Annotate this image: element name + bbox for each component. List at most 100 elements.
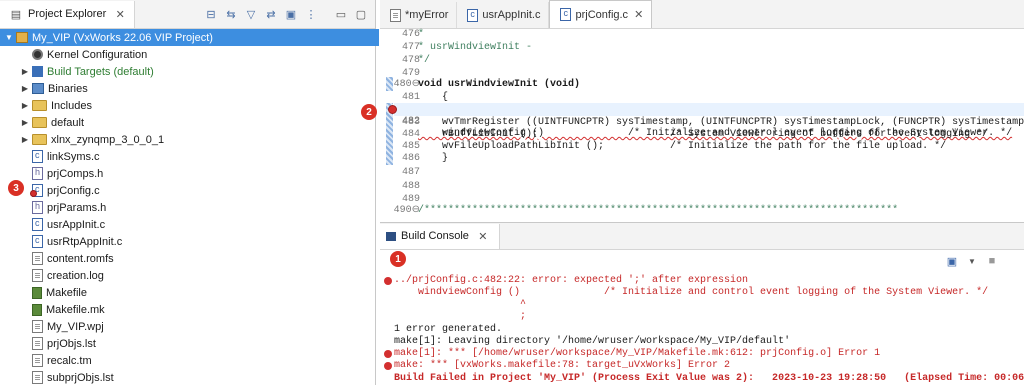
tab-label: prjConfig.c xyxy=(575,8,629,21)
code-area[interactable]: 476 * 477 * usrWindviewInit - 478 */ 479 48… xyxy=(380,29,1024,218)
clear-console-icon[interactable]: ■ xyxy=(984,253,1000,269)
tree-item-label: linkSyms.c xyxy=(47,150,100,163)
c-file-icon xyxy=(32,150,43,163)
error-icon xyxy=(384,362,392,370)
folder-icon xyxy=(32,134,47,145)
maximize-icon[interactable]: ▢ xyxy=(353,6,369,22)
view-menu-icon[interactable]: ⋮ xyxy=(303,6,319,22)
project-explorer-header: ▤ Project Explorer ✕ ⊟ ⇆ ▽ ⇄ ▣ ⋮ ▭ ▢ xyxy=(0,0,375,29)
tree-item-label: recalc.tm xyxy=(47,354,92,367)
h-file-icon xyxy=(32,201,43,214)
console-line: windviewConfig () /* Initialize and cont… xyxy=(394,287,989,298)
tree-item-prjconfig[interactable]: prjConfig.c xyxy=(20,182,100,199)
c-file-icon xyxy=(467,8,479,22)
tree-item-label: Binaries xyxy=(48,82,88,95)
project-explorer-panel: ▤ Project Explorer ✕ ⊟ ⇆ ▽ ⇄ ▣ ⋮ ▭ ▢ ▼ M… xyxy=(0,0,379,386)
makefile-icon xyxy=(32,286,42,299)
tree-item-wpj[interactable]: My_VIP.wpj xyxy=(20,318,104,335)
chevron-down-icon[interactable]: ▼ xyxy=(4,33,14,42)
collapse-all-icon[interactable]: ⊟ xyxy=(203,6,219,22)
open-console-icon[interactable]: ▣ xyxy=(944,253,960,269)
c-file-icon xyxy=(560,8,572,21)
tree-item-label: subprjObjs.lst xyxy=(47,371,114,384)
tree-item-usrappinit[interactable]: usrAppInit.c xyxy=(20,216,105,233)
build-target-icon xyxy=(32,66,43,77)
tree-item-project[interactable]: ▼ My_VIP (VxWorks 22.06 VIP Project) xyxy=(0,29,379,46)
close-icon[interactable]: ✕ xyxy=(475,228,491,244)
c-file-icon xyxy=(32,235,43,248)
tree-item-prjparams[interactable]: prjParams.h xyxy=(20,199,106,216)
console-icon xyxy=(386,231,396,241)
editor-tab-bar: *myError usrAppInit.c prjConfig.c ✕ xyxy=(380,0,1024,29)
error-icon xyxy=(384,277,392,285)
tree-item-label: prjObjs.lst xyxy=(47,337,96,350)
c-file-icon xyxy=(32,218,43,231)
project-explorer-icon: ▤ xyxy=(10,8,22,21)
annotation-badge-2: 2 xyxy=(361,104,377,120)
tree-item-binaries[interactable]: ▶ Binaries xyxy=(20,80,88,97)
code-line-error: 482 windviewConfig () /* Initialize and … xyxy=(401,116,1013,139)
project-explorer-toolbar: ⊟ ⇆ ▽ ⇄ ▣ ⋮ ▭ ▢ xyxy=(199,6,375,22)
tree-item-label: content.romfs xyxy=(47,252,114,265)
error-marker-icon[interactable] xyxy=(388,105,397,114)
tree-item-recalc[interactable]: recalc.tm xyxy=(20,352,92,369)
chevron-right-icon[interactable]: ▶ xyxy=(20,84,30,93)
tab-project-explorer[interactable]: ▤ Project Explorer ✕ xyxy=(0,0,136,28)
tab-myerror[interactable]: *myError xyxy=(380,2,458,28)
tree-item-prjobjs[interactable]: prjObjs.lst xyxy=(20,335,96,352)
tab-build-console[interactable]: Build Console ✕ xyxy=(380,223,500,249)
annotation-badge-3: 3 xyxy=(8,180,24,196)
tree-item-usrrtpappinit[interactable]: usrRtpAppInit.c xyxy=(20,233,122,250)
current-line-highlight xyxy=(394,103,1024,116)
error-overlay-icon xyxy=(30,190,37,197)
code-editor-panel: *myError usrAppInit.c prjConfig.c ✕ 476*… xyxy=(361,0,1024,218)
console-line: make: *** [vxWorks.makefile:78: target_u… xyxy=(394,360,731,371)
minimize-icon[interactable]: ▭ xyxy=(333,6,349,22)
tree-item-label: Includes xyxy=(51,99,92,112)
console-line: Build Failed in Project 'My_VIP' (Proces… xyxy=(394,373,1024,384)
filter-icon[interactable]: ▽ xyxy=(243,6,259,22)
tree-item-label: usrRtpAppInit.c xyxy=(47,235,123,248)
chevron-right-icon[interactable]: ▶ xyxy=(20,101,30,110)
tree-item-label: creation.log xyxy=(47,269,104,282)
build-console-panel: Build Console ✕ ▣ ▼ ■ 1 ../prjConfig.c:4… xyxy=(380,222,1024,386)
close-icon[interactable]: ✕ xyxy=(634,8,643,21)
tree-item-label: My_VIP.wpj xyxy=(47,320,104,333)
chevron-right-icon[interactable]: ▶ xyxy=(20,118,30,127)
tree-item-build-targets[interactable]: ▶ Build Targets (default) xyxy=(20,63,154,80)
tree-item-linksyms[interactable]: linkSyms.c xyxy=(20,148,100,165)
error-icon xyxy=(384,350,392,358)
console-line: make[1]: *** [/home/wruser/workspace/My_… xyxy=(394,348,881,359)
close-icon[interactable]: ✕ xyxy=(112,6,128,22)
tab-prjconfig[interactable]: prjConfig.c ✕ xyxy=(549,0,653,28)
tree-item-default[interactable]: ▶ default xyxy=(20,114,84,131)
includes-icon xyxy=(32,100,47,111)
tree-item-makefile[interactable]: Makefile xyxy=(20,284,87,301)
console-line: ^ xyxy=(394,299,527,310)
tree-item-bsp[interactable]: ▶ xlnx_zynqmp_3_0_0_1 xyxy=(20,131,164,148)
tree-item-label: prjComps.h xyxy=(47,167,104,180)
tree-item-prjcomps[interactable]: prjComps.h xyxy=(20,165,103,182)
tree-item-makefile-mk[interactable]: Makefile.mk xyxy=(20,301,105,318)
tree-item-label: Kernel Configuration xyxy=(47,48,148,61)
new-project-icon[interactable]: ▣ xyxy=(283,6,299,22)
tree-item-content-romfs[interactable]: content.romfs xyxy=(20,250,114,267)
kernel-config-icon xyxy=(32,49,43,60)
link-editor-icon[interactable]: ⇆ xyxy=(223,6,239,22)
sync-icon[interactable]: ⇄ xyxy=(263,6,279,22)
chevron-right-icon[interactable]: ▶ xyxy=(20,135,30,144)
console-title: Build Console xyxy=(401,230,469,242)
chevron-down-icon[interactable]: ▼ xyxy=(964,253,980,269)
tree-item-kernel-config[interactable]: Kernel Configuration xyxy=(20,46,147,63)
tree-item-includes[interactable]: ▶ Includes xyxy=(20,97,92,114)
file-icon xyxy=(32,320,43,333)
tree-item-subprjobjs[interactable]: subprjObjs.lst xyxy=(20,369,114,386)
tree-item-label: prjParams.h xyxy=(47,201,107,214)
tree-item-creation-log[interactable]: creation.log xyxy=(20,267,104,284)
console-line: make[1]: Leaving directory '/home/wruser… xyxy=(394,336,791,347)
chevron-right-icon[interactable]: ▶ xyxy=(20,67,30,76)
tree-item-label: Build Targets (default) xyxy=(47,65,154,78)
tree-item-label: prjConfig.c xyxy=(47,184,100,197)
tab-usrappinit[interactable]: usrAppInit.c xyxy=(457,2,550,28)
tree-item-label: Makefile xyxy=(46,286,87,299)
